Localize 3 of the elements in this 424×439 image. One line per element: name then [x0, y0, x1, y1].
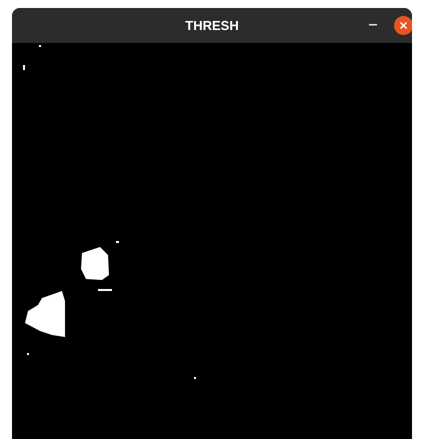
window-title: THRESH — [185, 16, 239, 35]
close-icon[interactable] — [394, 16, 412, 35]
minimize-icon[interactable] — [369, 24, 377, 26]
